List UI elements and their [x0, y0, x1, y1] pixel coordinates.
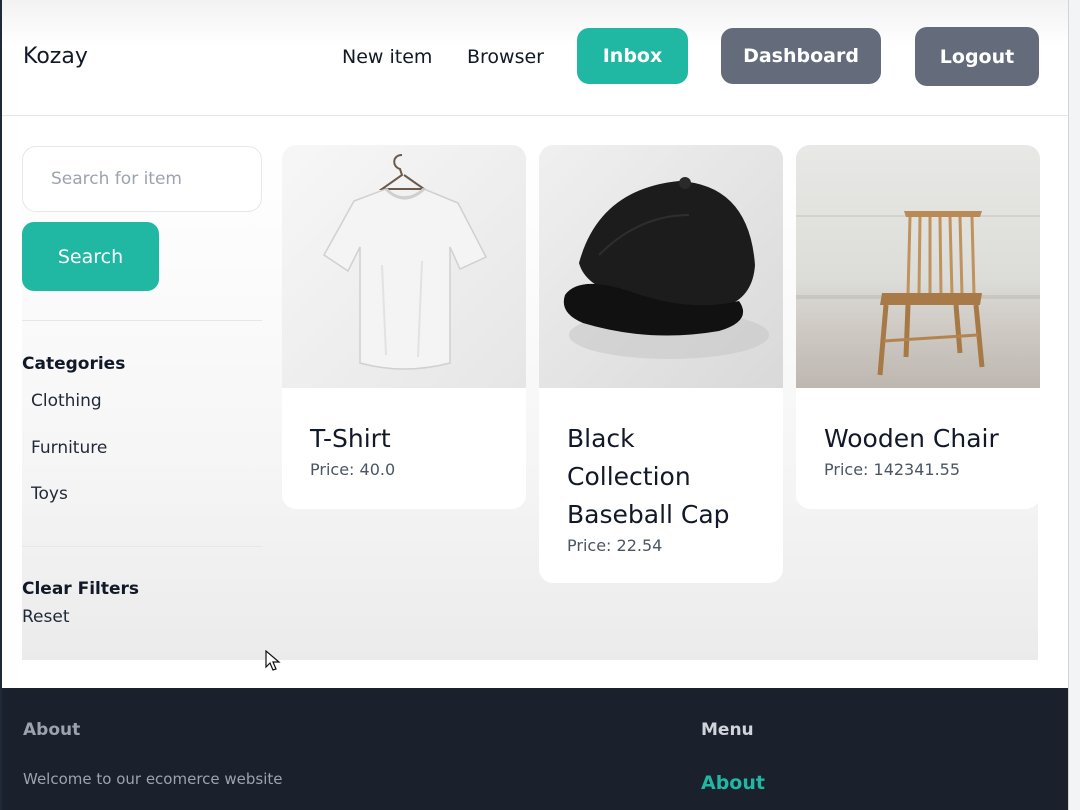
item-card[interactable]: Black Collection Baseball Cap Price: 22.… — [539, 145, 783, 583]
footer: About Welcome to our ecomerce website Me… — [2, 688, 1068, 810]
chair-image — [796, 145, 1040, 388]
logout-button[interactable]: Logout — [915, 27, 1039, 86]
item-price: Price: 142341.55 — [824, 460, 961, 479]
item-price: Price: 40.0 — [310, 460, 396, 479]
cap-image — [539, 145, 783, 388]
nav-browser-link[interactable]: Browser — [467, 46, 544, 68]
window-edge-right — [1068, 0, 1080, 810]
categories-heading: Categories — [22, 354, 126, 374]
footer-about-text: Welcome to our ecomerce website — [23, 770, 283, 788]
search-input[interactable]: Search for item — [22, 146, 262, 212]
category-furniture[interactable]: Furniture — [31, 438, 107, 458]
item-name: T-Shirt — [310, 424, 391, 453]
mouse-cursor-icon — [265, 650, 281, 671]
item-card[interactable]: T-Shirt Price: 40.0 — [282, 145, 526, 509]
item-name: Black Collection Baseball Cap — [567, 424, 730, 529]
sidebar-divider — [22, 320, 262, 321]
reset-filters-link[interactable]: Reset — [22, 607, 70, 627]
brand-logo[interactable]: Kozay — [23, 44, 88, 69]
sidebar-divider — [22, 546, 262, 547]
navbar: Kozay New item Browser Inbox Dashboard L… — [2, 0, 1068, 116]
footer-menu-heading: Menu — [701, 720, 754, 740]
nav-new-item-link[interactable]: New item — [342, 46, 432, 68]
search-button[interactable]: Search — [22, 222, 159, 291]
dashboard-button[interactable]: Dashboard — [721, 28, 881, 84]
item-card[interactable]: Wooden Chair Price: 142341.55 — [796, 145, 1040, 509]
category-clothing[interactable]: Clothing — [31, 391, 102, 411]
tshirt-image — [282, 145, 526, 388]
footer-about-heading: About — [23, 720, 81, 740]
category-toys[interactable]: Toys — [31, 484, 68, 504]
item-price: Price: 22.54 — [567, 536, 663, 555]
item-name: Wooden Chair — [824, 424, 999, 453]
inbox-button[interactable]: Inbox — [577, 28, 688, 84]
clear-filters-heading: Clear Filters — [22, 579, 140, 599]
footer-about-link[interactable]: About — [701, 772, 765, 794]
